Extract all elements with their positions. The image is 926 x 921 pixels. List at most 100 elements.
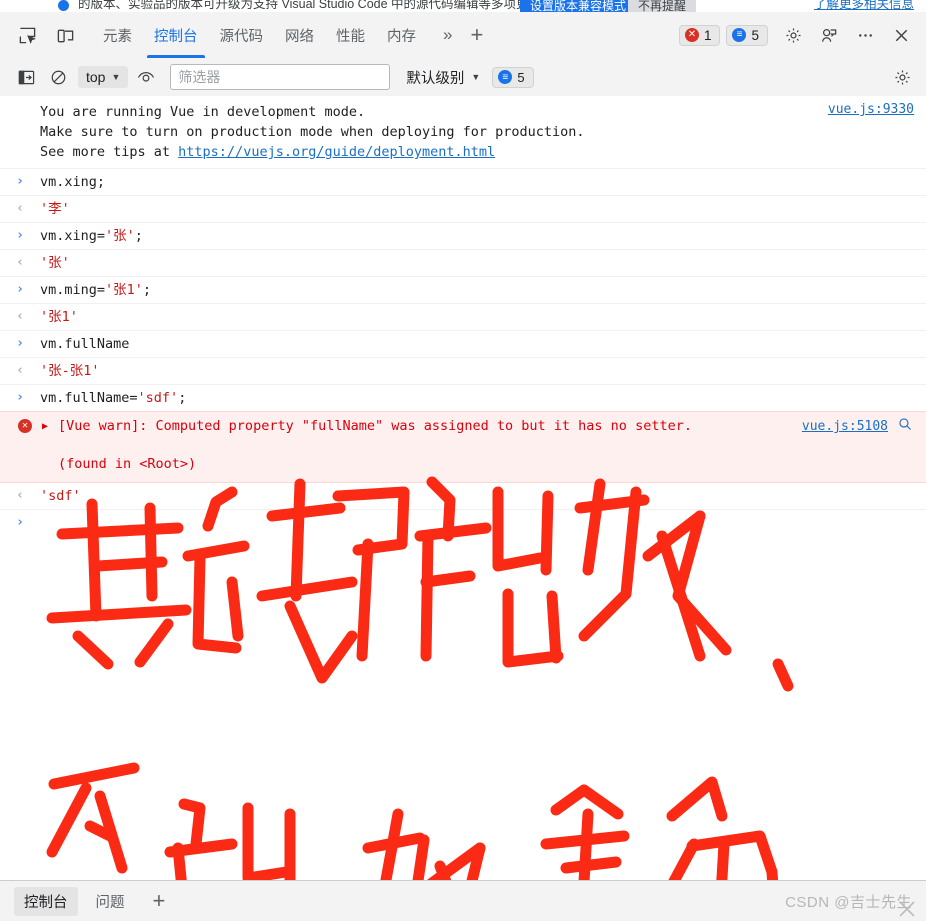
notification-primary-button[interactable]: 设置版本兼容模式 (520, 0, 636, 12)
console-output-row: ‹ '张-张1' (0, 358, 926, 385)
console-input-row: › vm.xing='张'; (0, 223, 926, 250)
close-icon[interactable] (884, 18, 918, 52)
input-arrow-icon: › (13, 172, 27, 192)
error-count-badge[interactable]: ✕ 1 (679, 25, 721, 46)
tab-network[interactable]: 网络 (274, 12, 325, 58)
more-tabs-icon[interactable]: » (433, 12, 462, 58)
message-count: 5 (751, 28, 759, 43)
output-arrow-icon: ‹ (13, 199, 27, 219)
console-error-row[interactable]: ✕ ▶ [Vue warn]: Computed property "fullN… (0, 411, 926, 483)
add-tab-icon[interactable]: + (462, 12, 491, 58)
console-output-row: ‹ '张' (0, 250, 926, 277)
console-input-text: vm.xing='张'; (0, 226, 926, 246)
gear-icon[interactable] (776, 18, 810, 52)
console-output-text: '李' (0, 199, 926, 219)
message-icon: ≡ (732, 28, 746, 42)
error-count: 1 (704, 28, 712, 43)
console-input-text: vm.fullName (0, 334, 926, 354)
tab-performance[interactable]: 性能 (325, 12, 376, 58)
device-toolbar-icon[interactable] (48, 18, 82, 52)
console-output-row: ‹ '张1' (0, 304, 926, 331)
info-line-1: You are running Vue in development mode. (40, 104, 365, 120)
code-string-token: '张1' (105, 282, 143, 298)
tab-label: 内存 (387, 25, 416, 46)
tab-label: 源代码 (220, 25, 264, 46)
console-output-row: ‹ 'sdf' (0, 483, 926, 510)
devtools-drawer: 控制台 问题 + CSDN @吉士先生 (0, 880, 926, 921)
more-options-icon[interactable] (848, 18, 882, 52)
console-message-list[interactable]: You are running Vue in development mode.… (0, 96, 926, 881)
drawer-close-icon[interactable] (896, 898, 918, 921)
console-filter-toolbar: top ▼ 默认级别 ▼ ≡ 5 (0, 58, 926, 97)
code-token: vm.xing= (40, 228, 105, 244)
input-arrow-icon: › (13, 280, 27, 300)
tab-label: 元素 (103, 25, 132, 46)
devtools-panel-tabs: 元素 控制台 源代码 网络 性能 内存 » + (92, 12, 491, 58)
tab-console[interactable]: 控制台 (143, 12, 209, 58)
drawer-tab-console[interactable]: 控制台 (14, 887, 78, 916)
browser-notification-strip: 的版本、实验品的版本可升级为支持 Visual Studio Code 中的源代… (0, 0, 926, 12)
devices-icon[interactable] (812, 18, 846, 52)
chevron-down-icon: ▼ (471, 72, 480, 82)
output-arrow-icon: ‹ (13, 253, 27, 273)
console-input-row: › vm.fullName='sdf'; (0, 385, 926, 411)
drawer-add-tab-icon[interactable]: + (153, 890, 166, 912)
execution-context-selector[interactable]: top ▼ (78, 66, 128, 88)
console-error-subtext: (found in <Root>) (0, 454, 926, 474)
notification-secondary-button[interactable]: 不再提醒 (628, 0, 696, 12)
info-line-3: See more tips at (40, 144, 178, 160)
console-input-row: › vm.xing; (0, 169, 926, 196)
chevron-down-icon: ▼ (111, 72, 120, 82)
gear-icon[interactable] (888, 64, 916, 90)
console-input-text: vm.fullName='sdf'; (0, 388, 926, 408)
log-level-label: 默认级别 (406, 67, 464, 88)
tab-sources[interactable]: 源代码 (209, 12, 275, 58)
source-link[interactable]: vue.js:5108 (802, 417, 888, 437)
toolbar-right-group: ✕ 1 ≡ 5 (679, 18, 926, 52)
prompt-arrow-icon: › (13, 513, 27, 533)
input-arrow-icon: › (13, 388, 27, 408)
notification-learn-more-link[interactable]: 了解更多相关信息 (814, 0, 914, 12)
notification-text: 的版本、实验品的版本可升级为支持 Visual Studio Code 中的源代… (78, 0, 554, 12)
clear-console-icon[interactable] (44, 64, 72, 90)
console-output-text: '张1' (0, 307, 926, 327)
console-input-row: › vm.ming='张1'; (0, 277, 926, 304)
context-label: top (86, 69, 105, 85)
log-level-selector[interactable]: 默认级别 ▼ (406, 67, 480, 88)
console-message-info: You are running Vue in development mode.… (0, 96, 926, 169)
console-output-text: '张' (0, 253, 926, 273)
error-icon: ✕ (685, 28, 699, 42)
code-token: vm.ming= (40, 282, 105, 298)
source-link[interactable]: vue.js:9330 (828, 100, 914, 120)
filter-message-count: 5 (517, 70, 524, 85)
console-output-text: '张-张1' (0, 361, 926, 381)
expand-triangle-icon[interactable]: ▶ (42, 417, 48, 437)
inspect-element-icon[interactable] (10, 18, 44, 52)
output-arrow-icon: ‹ (13, 307, 27, 327)
code-string-token: 'sdf' (138, 390, 179, 406)
tab-memory[interactable]: 内存 (376, 12, 427, 58)
console-error-text: [Vue warn]: Computed property "fullName"… (0, 416, 926, 436)
drawer-tab-issues[interactable]: 问题 (86, 887, 135, 916)
input-arrow-icon: › (13, 226, 27, 246)
notification-dot-icon (58, 0, 69, 11)
live-expression-icon[interactable] (132, 64, 160, 90)
console-filter-input[interactable] (170, 64, 390, 90)
devtools-window: 的版本、实验品的版本可升级为支持 Visual Studio Code 中的源代… (0, 0, 926, 921)
filter-right-group (876, 64, 926, 90)
console-output-row: ‹ '李' (0, 196, 926, 223)
output-arrow-icon: ‹ (13, 361, 27, 381)
devtools-main-toolbar: 元素 控制台 源代码 网络 性能 内存 » + ✕ 1 (0, 12, 926, 59)
vuejs-deployment-link[interactable]: https://vuejs.org/guide/deployment.html (178, 144, 495, 160)
console-output-text: 'sdf' (0, 486, 926, 506)
code-token: ; (178, 390, 186, 406)
console-input-row: › vm.fullName (0, 331, 926, 358)
console-sidebar-icon[interactable] (12, 64, 40, 90)
console-prompt-row[interactable]: › (0, 510, 926, 538)
message-count-badge[interactable]: ≡ 5 (726, 25, 768, 46)
search-in-source-icon[interactable] (898, 417, 912, 437)
console-input-text: vm.xing; (0, 172, 926, 192)
filter-message-badge[interactable]: ≡ 5 (492, 67, 533, 88)
tab-elements[interactable]: 元素 (92, 12, 143, 58)
error-icon: ✕ (18, 419, 32, 433)
